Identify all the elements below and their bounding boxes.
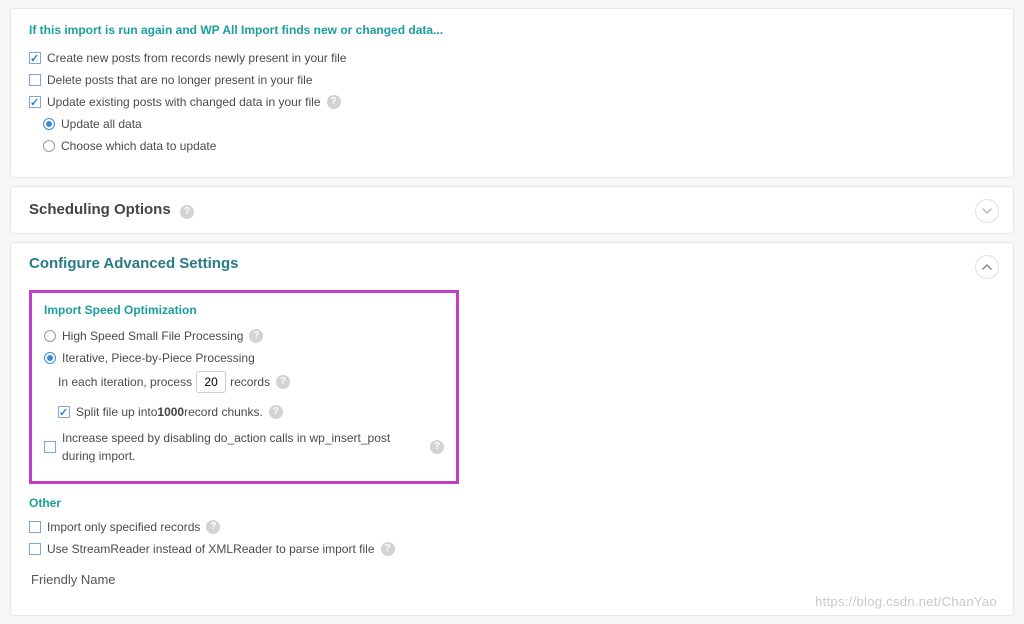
help-icon[interactable]: ? [327,95,341,109]
row-update-all: Update all data [43,115,995,133]
disable-doaction-checkbox[interactable] [44,441,56,453]
import-rules-heading: If this import is run again and WP All I… [29,23,995,37]
update-existing-label: Update existing posts with changed data … [47,93,321,111]
only-specified-checkbox[interactable] [29,521,41,533]
speed-heading: Import Speed Optimization [44,303,444,317]
speed-opt-highlight: Import Speed Optimization High Speed Sma… [29,290,459,484]
only-specified-label: Import only specified records [47,518,200,536]
iterative-label: Iterative, Piece-by-Piece Processing [62,349,255,367]
expand-button[interactable] [975,199,999,223]
update-existing-checkbox[interactable] [29,96,41,108]
disable-doaction-label: Increase speed by disabling do_action ca… [62,429,424,465]
help-icon[interactable]: ? [180,205,194,219]
chevron-down-icon [982,206,992,216]
split-bold: 1000 [157,403,184,421]
high-speed-label: High Speed Small File Processing [62,327,243,345]
row-split-file: Split file up into 1000 record chunks. ? [58,403,444,421]
help-icon[interactable]: ? [430,440,444,454]
advanced-panel: Configure Advanced Settings Import Speed… [10,242,1014,616]
help-icon[interactable]: ? [269,405,283,419]
row-choose-which: Choose which data to update [43,137,995,155]
row-only-specified: Import only specified records ? [29,518,995,536]
help-icon[interactable]: ? [381,542,395,556]
delete-missing-label: Delete posts that are no longer present … [47,71,313,89]
other-heading: Other [29,496,995,510]
chevron-up-icon [982,262,992,272]
scheduling-panel[interactable]: Scheduling Options ? [10,186,1014,234]
help-icon[interactable]: ? [276,375,290,389]
advanced-title: Configure Advanced Settings [29,255,238,272]
split-file-checkbox[interactable] [58,406,70,418]
update-all-label: Update all data [61,115,142,133]
row-iteration-count: In each iteration, process records ? [58,371,444,393]
row-update-existing: Update existing posts with changed data … [29,93,995,111]
row-high-speed: High Speed Small File Processing ? [44,327,444,345]
iterative-radio[interactable] [44,352,56,364]
streamreader-label: Use StreamReader instead of XMLReader to… [47,540,375,558]
scheduling-title: Scheduling Options [29,201,171,218]
streamreader-checkbox[interactable] [29,543,41,555]
import-rules-panel: If this import is run again and WP All I… [10,8,1014,178]
split-suffix: record chunks. [184,403,263,421]
help-icon[interactable]: ? [206,520,220,534]
watermark-text: https://blog.csdn.net/ChanYao [815,594,997,609]
high-speed-radio[interactable] [44,330,56,342]
row-delete-missing: Delete posts that are no longer present … [29,71,995,89]
create-new-label: Create new posts from records newly pres… [47,49,346,67]
iteration-count-input[interactable] [196,371,226,393]
iter-suffix: records [230,373,270,391]
row-create-new: Create new posts from records newly pres… [29,49,995,67]
update-all-radio[interactable] [43,118,55,130]
choose-which-radio[interactable] [43,140,55,152]
choose-which-label: Choose which data to update [61,137,216,155]
help-icon[interactable]: ? [249,329,263,343]
row-streamreader: Use StreamReader instead of XMLReader to… [29,540,995,558]
collapse-button[interactable] [975,255,999,279]
split-prefix: Split file up into [76,403,157,421]
delete-missing-checkbox[interactable] [29,74,41,86]
friendly-name-label: Friendly Name [31,572,995,587]
row-disable-doaction: Increase speed by disabling do_action ca… [44,429,444,465]
create-new-checkbox[interactable] [29,52,41,64]
iter-prefix: In each iteration, process [58,373,192,391]
row-iterative: Iterative, Piece-by-Piece Processing [44,349,444,367]
